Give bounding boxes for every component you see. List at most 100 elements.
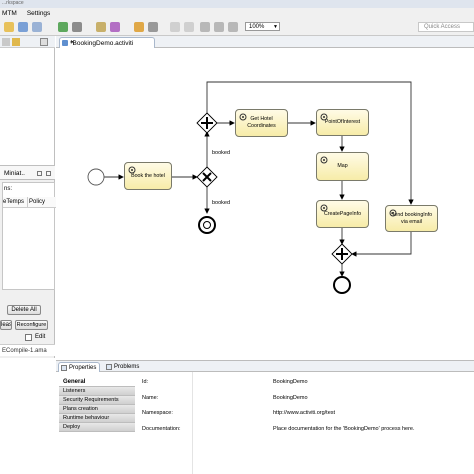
task-label: Get Hotel Coordinates <box>247 116 276 129</box>
task-label: PointOfInterest <box>324 119 361 125</box>
annotation-icon[interactable] <box>134 22 144 32</box>
component-list: ns: eTemps Policy <box>2 182 56 290</box>
chevron-down-icon: ▼ <box>273 24 278 30</box>
window-title: ...rkspace <box>2 0 24 6</box>
forward-icon[interactable] <box>184 22 194 32</box>
diagram-canvas[interactable]: Book the hotel Get Hotel Coordinates Poi… <box>56 48 474 358</box>
name-field[interactable]: BookingDemo <box>271 394 471 402</box>
task-label: Book the hotel <box>131 172 165 179</box>
save-icon[interactable] <box>18 22 28 32</box>
flow-label-booked: booked <box>212 200 231 206</box>
tab-miniature[interactable]: Miniat.. <box>0 166 55 180</box>
task-point-of-interest[interactable]: PointOfInterest <box>316 109 369 136</box>
gear-icon <box>320 204 328 212</box>
nav-plans-creation[interactable]: Plans creation <box>59 405 135 414</box>
debug-icon[interactable] <box>72 22 82 32</box>
left-footer-text: ECompile-1.ama <box>2 348 47 354</box>
edit-checkbox-label: Edit <box>35 334 46 340</box>
namespace-field[interactable]: http://www.activiti.org/test <box>271 409 471 417</box>
properties-nav: General Listeners Security Requirements … <box>59 378 135 432</box>
tab-problems[interactable]: Problems <box>104 362 142 372</box>
collapse-icon[interactable] <box>2 38 10 46</box>
task-create-page-info[interactable]: CreatePageInfo <box>316 200 369 228</box>
task-map[interactable]: Map <box>316 152 369 181</box>
nav-deploy[interactable]: Deploy <box>59 423 135 432</box>
gear-icon <box>239 113 247 121</box>
tab-miniature-label: Miniat.. <box>4 170 25 177</box>
task-book-hotel[interactable]: Book the hotel <box>124 162 172 190</box>
name-label: Name: <box>142 395 159 401</box>
column-divider <box>27 197 28 208</box>
error-end-event[interactable] <box>198 216 216 234</box>
column-policy[interactable]: Policy <box>29 199 45 205</box>
maximize-icon[interactable] <box>46 171 51 176</box>
parallel-gateway-fork[interactable] <box>196 112 218 134</box>
edit-checkbox[interactable] <box>25 334 32 341</box>
parallel-gateway-join[interactable] <box>331 243 353 265</box>
delete-all-button[interactable]: Delete All <box>7 305 41 315</box>
close-icon[interactable]: ✕ <box>70 39 151 46</box>
minimize-icon[interactable] <box>37 171 42 176</box>
task-label: CreatePageInfo <box>323 210 362 217</box>
exclusive-gateway[interactable] <box>196 166 218 188</box>
main-toolbar <box>0 18 474 36</box>
column-temps[interactable]: eTemps <box>3 199 24 205</box>
task-send-booking-info[interactable]: Send bookingInfo via email <box>385 205 438 232</box>
nav-security-requirements[interactable]: Security Requirements <box>59 396 135 405</box>
menu-mtm[interactable]: MTM <box>2 10 17 17</box>
problems-icon <box>106 364 112 370</box>
back-icon[interactable] <box>170 22 180 32</box>
gear-icon <box>320 156 328 164</box>
nav-general[interactable]: General <box>59 378 135 387</box>
zoom-select[interactable]: 100% ▼ <box>245 22 280 31</box>
link-icon[interactable] <box>12 38 20 46</box>
open-type-icon[interactable] <box>96 22 106 32</box>
task-label: Send bookingInfo via email <box>390 211 433 225</box>
save-all-icon[interactable] <box>32 22 42 32</box>
menu-bar: MTM Settings <box>0 8 474 18</box>
namespace-label: Namespace: <box>142 410 173 416</box>
menu-settings[interactable]: Settings <box>27 10 51 17</box>
gear-icon <box>320 113 328 121</box>
gear-icon <box>128 166 136 174</box>
window-title-bar: ...rkspace <box>0 0 474 8</box>
nav-runtime-behaviour[interactable]: Runtime behaviour <box>59 414 135 423</box>
zoom-out-icon[interactable] <box>200 22 210 32</box>
left-footer: ECompile-1.ama <box>0 344 55 356</box>
start-event[interactable] <box>87 168 105 186</box>
quick-access-input[interactable]: Quick Access <box>418 22 474 32</box>
reconfigure-button[interactable]: Reconfigure <box>15 320 48 330</box>
properties-divider <box>192 372 193 474</box>
documentation-field[interactable]: Place documentation for the 'BookingDemo… <box>271 425 471 433</box>
table-header: eTemps Policy <box>3 197 56 208</box>
diagram-flows <box>87 81 414 294</box>
nav-listeners[interactable]: Listeners <box>59 387 135 396</box>
activiti-file-icon <box>62 40 68 46</box>
tab-properties-label: Properties <box>69 365 97 371</box>
package-explorer <box>0 36 55 165</box>
task-get-hotel-coordinates[interactable]: Get Hotel Coordinates <box>235 109 288 137</box>
zoom-in-icon[interactable] <box>214 22 224 32</box>
new-icon[interactable] <box>4 22 14 32</box>
minimize-icon[interactable] <box>40 38 48 46</box>
flow-email-to-join[interactable] <box>351 232 412 257</box>
editor-tab-bar: *BookingDemo.activiti ✕ <box>56 36 474 48</box>
tab-properties[interactable]: Properties <box>58 362 101 372</box>
properties-panel: General Listeners Security Requirements … <box>56 372 474 474</box>
next-annotation-icon[interactable] <box>148 22 158 32</box>
end-event[interactable] <box>333 276 351 294</box>
zoom-value: 100% <box>249 24 265 30</box>
package-explorer-toolbar <box>0 36 55 48</box>
run-icon[interactable] <box>58 22 68 32</box>
id-label: Id: <box>142 379 149 385</box>
release-button[interactable]: lease <box>0 320 12 330</box>
flow-label-booked: booked <box>212 150 231 156</box>
tab-booking-demo[interactable]: *BookingDemo.activiti ✕ <box>59 37 155 48</box>
zoom-fit-icon[interactable] <box>228 22 238 32</box>
id-field[interactable]: BookingDemo <box>271 378 471 386</box>
search-icon[interactable] <box>110 22 120 32</box>
task-label: Map <box>337 163 348 169</box>
flow-fork-to-email[interactable] <box>206 81 414 205</box>
properties-icon <box>61 365 67 371</box>
gear-icon <box>389 209 397 217</box>
